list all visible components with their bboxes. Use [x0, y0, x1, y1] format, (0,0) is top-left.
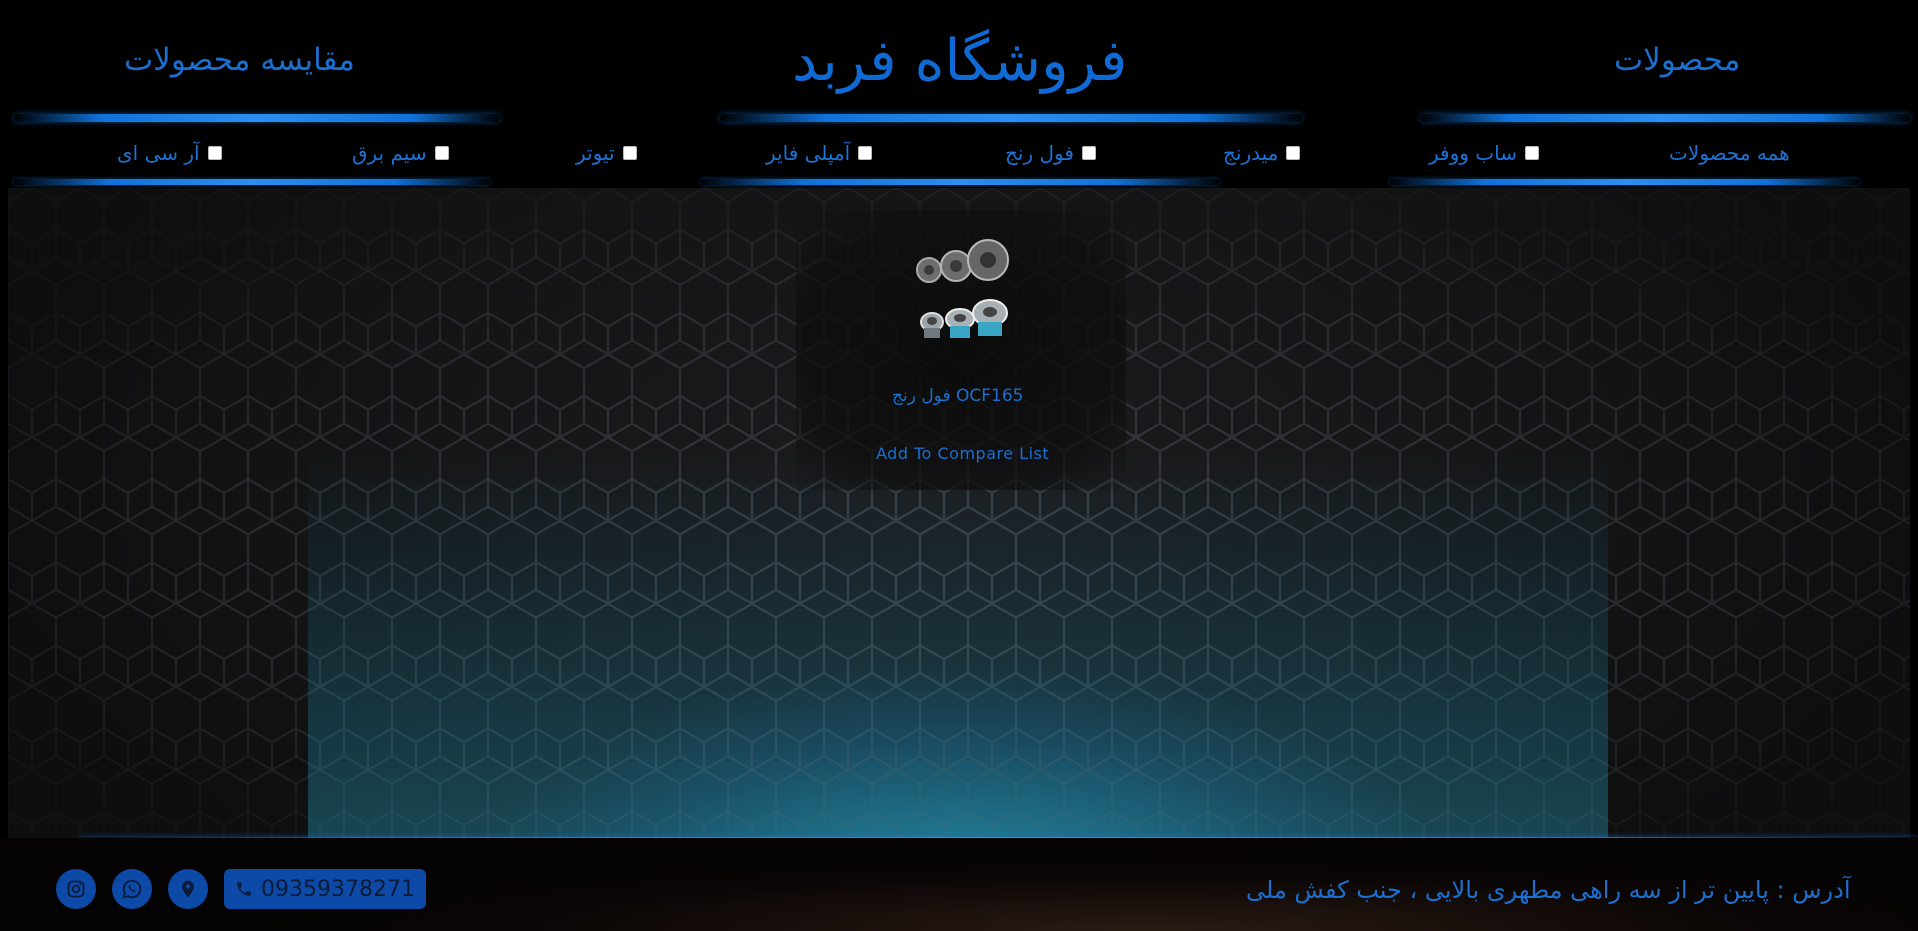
- filter-divider-center: [700, 179, 1220, 185]
- compare-products-link[interactable]: مقایسه محصولات: [124, 45, 355, 76]
- filter-checkbox[interactable]: [858, 146, 873, 160]
- filter-label: سیم برق: [352, 141, 427, 165]
- header-divider-center: [720, 114, 1302, 122]
- filter-checkbox[interactable]: [207, 146, 222, 160]
- phone-icon: [237, 882, 251, 896]
- location-icon: [182, 880, 194, 898]
- filter-label: ساب ووفر: [1429, 141, 1517, 165]
- phone-button[interactable]: 09359378271: [224, 869, 426, 909]
- phone-number: 09359378271: [261, 876, 415, 902]
- filter-amplifier[interactable]: آمپلی فایر: [766, 141, 873, 165]
- whatsapp-icon: [122, 879, 142, 899]
- filter-midrange[interactable]: میدرنج: [1223, 141, 1301, 165]
- filter-checkbox[interactable]: [622, 146, 637, 160]
- filter-checkbox[interactable]: [1286, 146, 1301, 160]
- header-divider-left: [14, 114, 500, 122]
- speaker-icon: [916, 239, 1009, 283]
- address-text: آدرس : پایین تر از سه راهی مطهری بالایی …: [1246, 876, 1851, 904]
- location-button[interactable]: [168, 869, 208, 909]
- product-image[interactable]: [908, 233, 1018, 343]
- filter-divider-left: [14, 179, 490, 185]
- filter-label: تیوتر: [576, 141, 615, 165]
- filter-tweeter[interactable]: تیوتر: [576, 141, 637, 165]
- filter-power-cable[interactable]: سیم برق: [352, 141, 449, 165]
- instagram-icon: [67, 880, 85, 898]
- product-grid: فول رنج OCF165 Add To Compare List: [8, 188, 1910, 838]
- filter-label: آر سی ای: [117, 141, 200, 165]
- filter-checkbox[interactable]: [434, 146, 449, 160]
- filter-rca[interactable]: آر سی ای: [117, 141, 222, 165]
- whatsapp-button[interactable]: [112, 869, 152, 909]
- filter-label: فول رنج: [1005, 141, 1074, 165]
- filter-full-range[interactable]: فول رنج: [1005, 141, 1096, 165]
- add-to-compare-button[interactable]: Add To Compare List: [876, 444, 1049, 463]
- products-link[interactable]: محصولات: [1614, 45, 1740, 76]
- filter-checkbox[interactable]: [1524, 146, 1539, 160]
- filter-all-products[interactable]: همه محصولات: [1669, 141, 1790, 165]
- product-title[interactable]: فول رنج OCF165: [892, 386, 1023, 406]
- instagram-button[interactable]: [56, 869, 96, 909]
- header-divider-right: [1420, 114, 1910, 122]
- speaker-icon: [920, 299, 1008, 338]
- filter-label: همه محصولات: [1669, 141, 1790, 165]
- filter-label: آمپلی فایر: [766, 141, 851, 165]
- filter-subwoofer[interactable]: ساب ووفر: [1429, 141, 1539, 165]
- filter-checkbox[interactable]: [1081, 146, 1096, 160]
- filter-label: میدرنج: [1223, 141, 1279, 165]
- site-title: فروشگاه فربد: [792, 28, 1128, 94]
- filter-divider-right: [1390, 179, 1860, 185]
